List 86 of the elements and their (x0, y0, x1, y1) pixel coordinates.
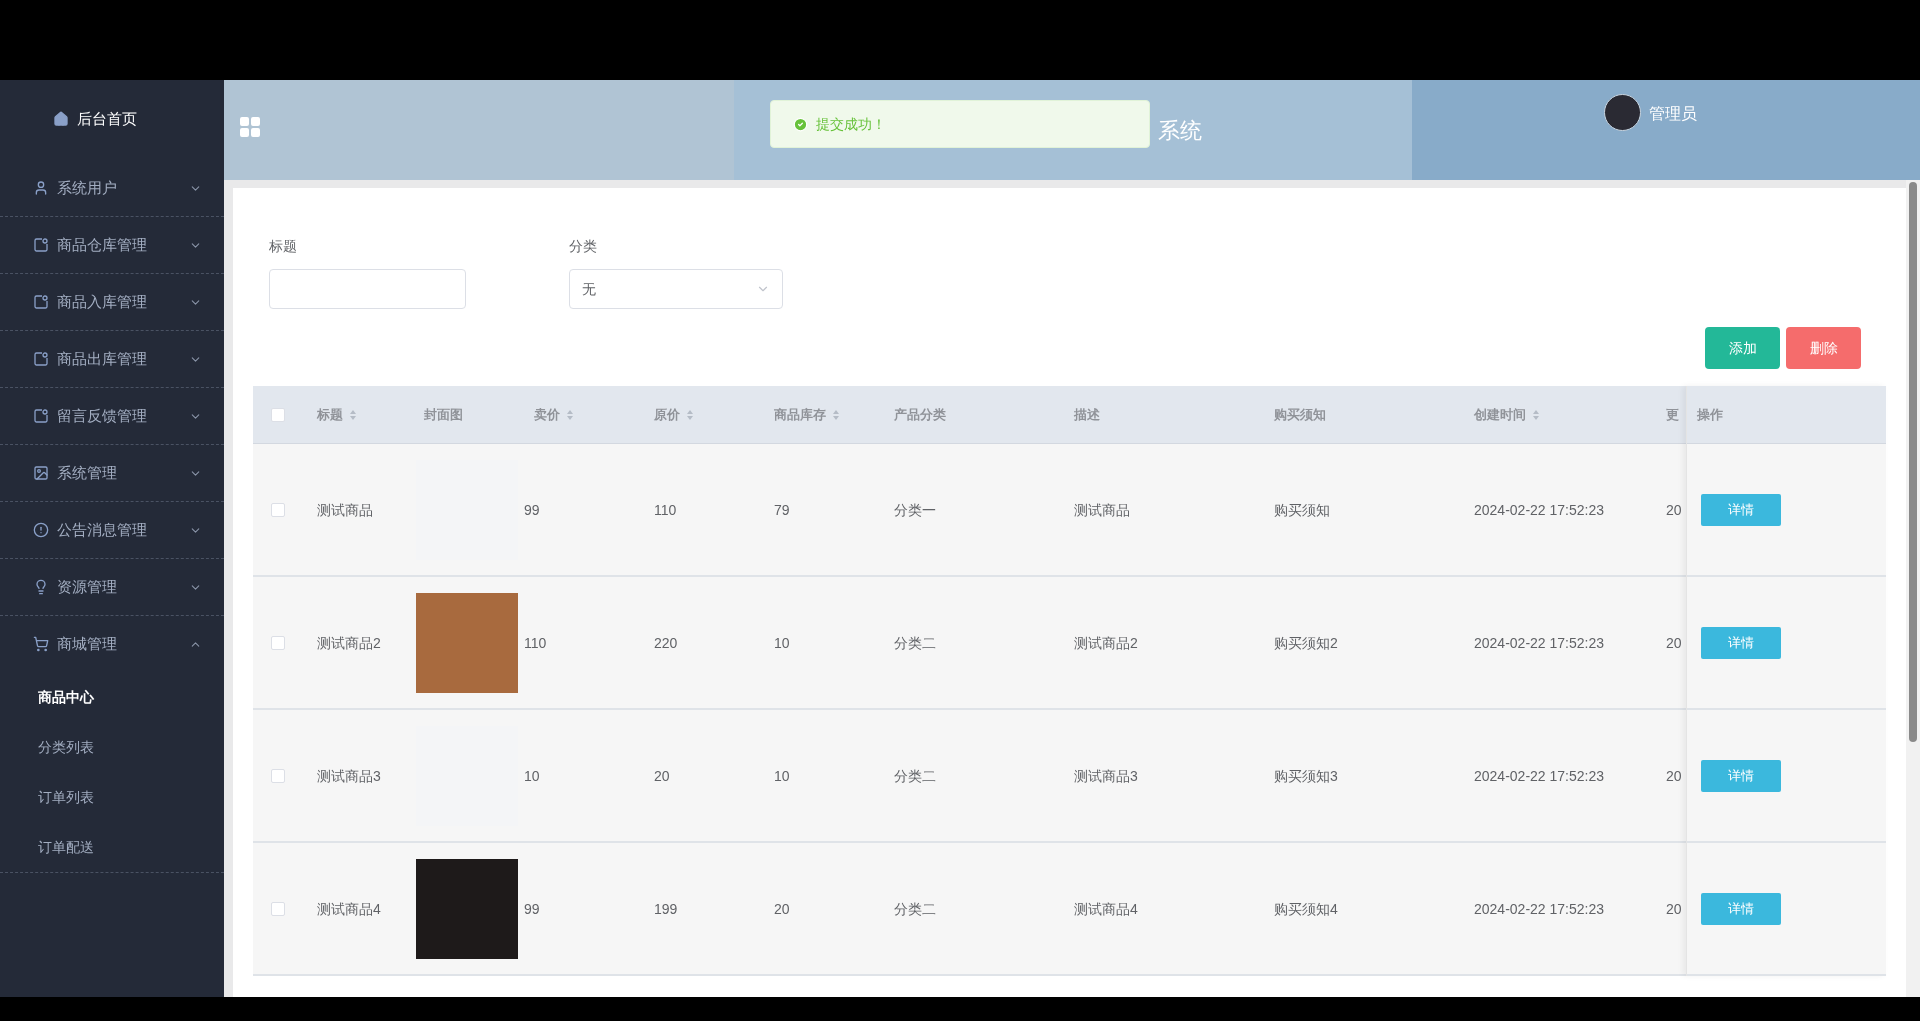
grid-icon[interactable] (238, 115, 262, 139)
bulb-icon (33, 579, 49, 595)
table-cell: 99 (524, 501, 540, 518)
table-cell: 79 (774, 501, 790, 518)
sidebar-menu-item[interactable]: 系统管理 (0, 445, 224, 501)
table-cell: 测试商品3 (317, 767, 381, 784)
table-cell: 测试商品2 (1074, 634, 1138, 651)
table-cell: 测试商品4 (317, 900, 381, 917)
home-link[interactable]: 后台首页 (0, 80, 224, 160)
table-cell: 测试商品 (1074, 501, 1130, 518)
sort-icon[interactable] (686, 408, 694, 421)
sidebar-menu-item[interactable]: 商城管理 (0, 616, 224, 672)
home-icon (53, 111, 69, 127)
title-input[interactable] (269, 269, 466, 309)
sidebar-menu-item[interactable]: 商品仓库管理 (0, 217, 224, 273)
table-cell: 分类二 (894, 634, 936, 651)
alert-circle-icon (33, 522, 49, 538)
checkbox[interactable] (271, 635, 285, 650)
sidebar-submenu-item[interactable]: 订单配送 (0, 822, 224, 872)
image-icon (33, 465, 49, 481)
toast-message: 提交成功！ (816, 114, 886, 134)
table-cell: 10 (774, 634, 790, 651)
checkbox[interactable] (271, 901, 285, 916)
system-title: 系统 (1158, 118, 1202, 143)
table-cell: 测试商品3 (1074, 767, 1138, 784)
filter-label: 标题 (269, 237, 298, 256)
sidebar-menu-item[interactable]: 商品出库管理 (0, 331, 224, 387)
column-header: 操作 (1697, 405, 1723, 424)
table-cell: 2024-02-22 17:52:23 (1474, 767, 1604, 784)
sidebar-submenu-item[interactable]: 订单列表 (0, 772, 224, 822)
checkbox[interactable] (271, 768, 285, 783)
avatar[interactable] (1604, 94, 1641, 131)
square-dot-icon (33, 294, 49, 310)
table-cell: 110 (524, 634, 547, 651)
sidebar-submenu-item[interactable]: 商品中心 (0, 672, 224, 722)
filter-label: 分类 (569, 237, 598, 256)
sidebar-menu-item[interactable]: 公告消息管理 (0, 502, 224, 558)
user-icon (33, 180, 49, 196)
column-header: 描述 (1074, 405, 1100, 424)
column-header: 更 (1666, 405, 1679, 424)
table-cell: 分类二 (894, 900, 936, 917)
sidebar-menu-item[interactable]: 商品入库管理 (0, 274, 224, 330)
table-cell: 220 (654, 634, 678, 651)
sidebar-menu-item[interactable]: 资源管理 (0, 559, 224, 615)
table-cell: 2024-02-22 17:52:23 (1474, 900, 1604, 917)
table-cell: 20 (1666, 767, 1682, 784)
table-cell: 20 (654, 767, 670, 784)
table-cell: 2024-02-22 17:52:23 (1474, 634, 1604, 651)
cart-icon (33, 636, 49, 652)
column-header: 封面图 (424, 405, 463, 424)
square-dot-icon (33, 408, 49, 424)
table-cell: 110 (654, 501, 677, 518)
scrollbar-drawing[interactable] (1906, 180, 1920, 997)
sort-icon[interactable] (349, 408, 357, 421)
square-dot-icon (33, 237, 49, 253)
sort-icon[interactable] (566, 408, 574, 421)
table-cell: 测试商品4 (1074, 900, 1138, 917)
table-cell: 2024-02-22 17:52:23 (1474, 501, 1604, 518)
table-cell: 购买须知4 (1274, 900, 1338, 917)
sidebar-submenu-item[interactable]: 分类列表 (0, 722, 224, 772)
table-cell: 99 (524, 900, 540, 917)
column-header: 产品分类 (894, 405, 946, 424)
square-dot-icon (33, 351, 49, 367)
table-cell: 20 (1666, 634, 1682, 651)
table-cell: 测试商品2 (317, 634, 381, 651)
table-cell: 购买须知3 (1274, 767, 1338, 784)
sidebar-menu-item[interactable]: 留言反馈管理 (0, 388, 224, 444)
table-cell: 测试商品 (317, 501, 373, 518)
table-cell: 10 (524, 767, 540, 784)
table-cell: 199 (654, 900, 678, 917)
table-cell: 购买须知2 (1274, 634, 1338, 651)
table-cell: 分类二 (894, 767, 936, 784)
table-cell: 分类一 (894, 501, 936, 518)
checkbox[interactable] (271, 502, 285, 517)
table-cell: 10 (774, 767, 790, 784)
sidebar-menu-item[interactable]: 系统用户 (0, 160, 224, 216)
column-header: 购买须知 (1274, 405, 1326, 424)
checkbox[interactable] (271, 407, 285, 422)
table-cell: 购买须知 (1274, 501, 1330, 518)
table-cell: 20 (1666, 501, 1682, 518)
category-select[interactable]: 无 (569, 269, 783, 309)
sort-icon[interactable] (832, 408, 840, 421)
table-cell: 20 (774, 900, 790, 917)
check-circle-icon (793, 116, 808, 132)
sort-icon[interactable] (1532, 408, 1540, 421)
table-cell: 20 (1666, 900, 1682, 917)
